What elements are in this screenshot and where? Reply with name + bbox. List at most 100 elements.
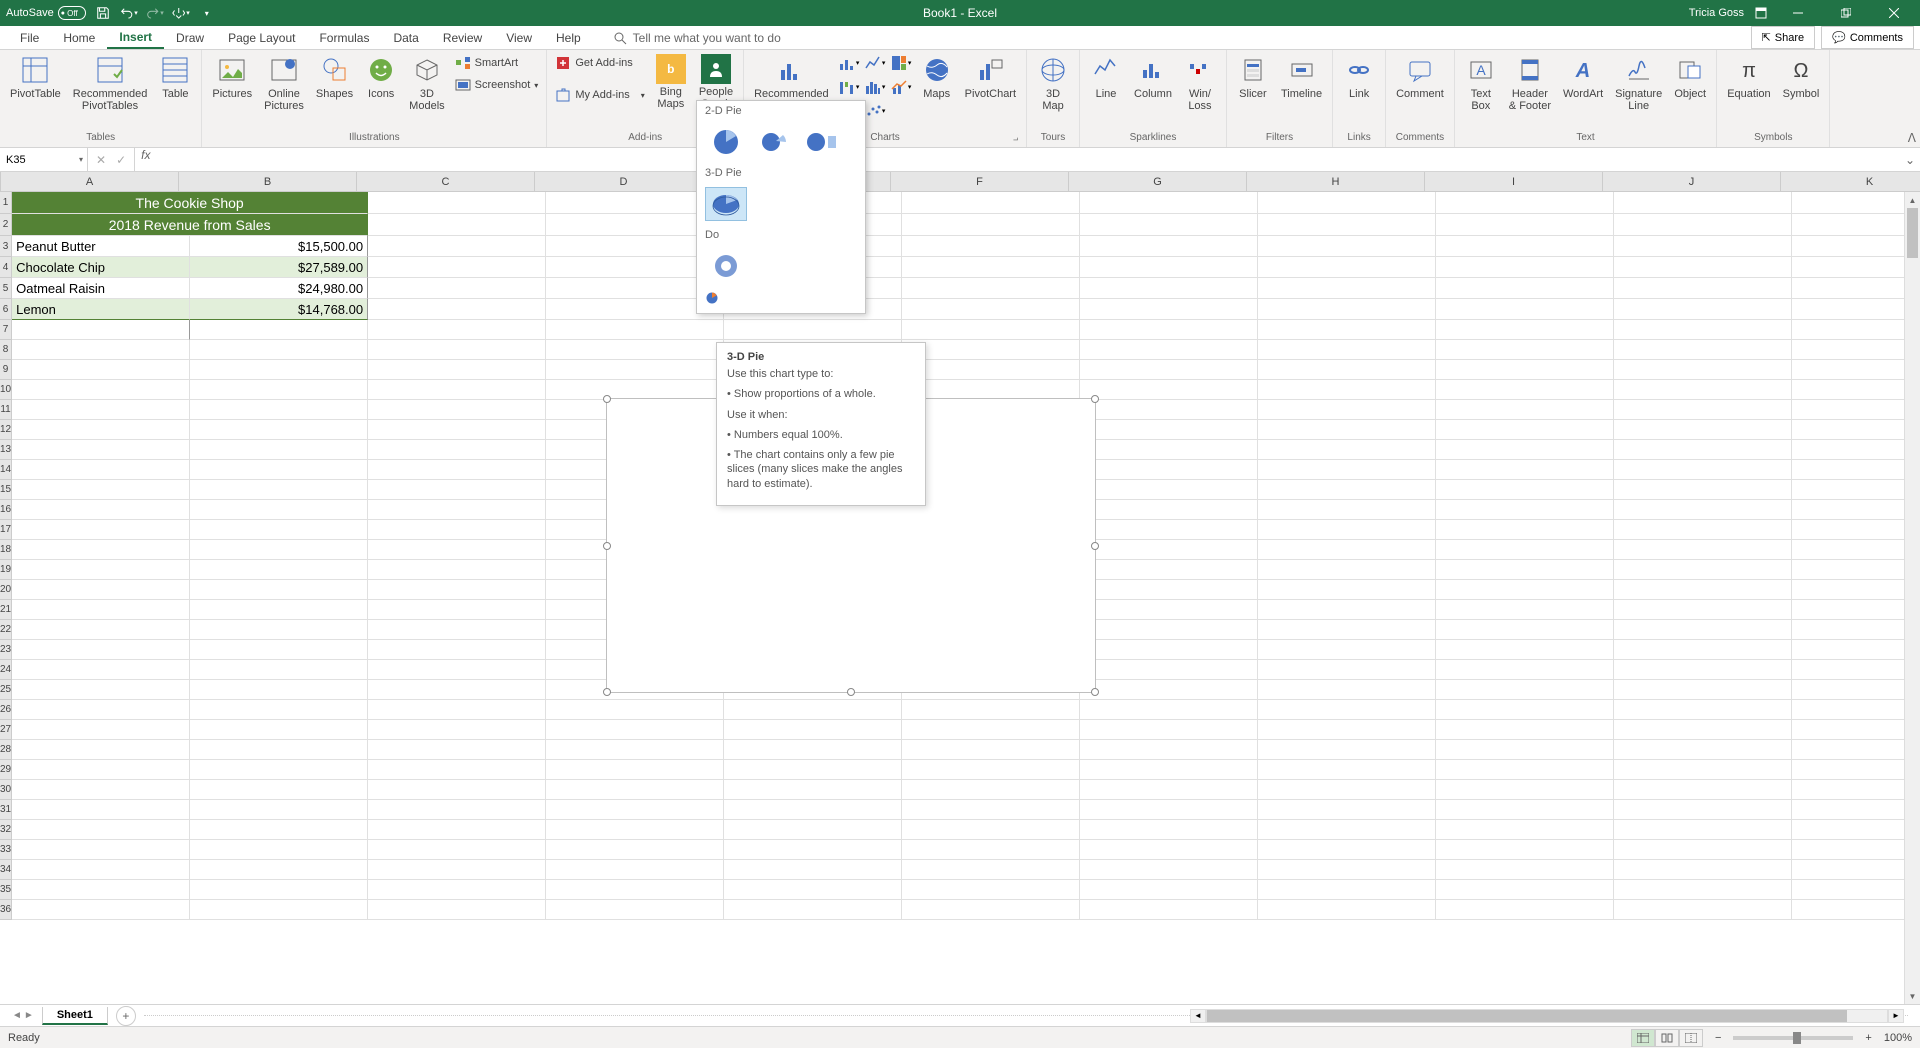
cell-A22[interactable]: [12, 620, 190, 640]
row-header-26[interactable]: 26: [0, 700, 12, 720]
cell-J9[interactable]: [1614, 360, 1792, 380]
cell-C23[interactable]: [368, 640, 546, 660]
row-header-13[interactable]: 13: [0, 440, 12, 460]
cell-E34[interactable]: [724, 860, 902, 880]
cell-C24[interactable]: [368, 660, 546, 680]
cell-C29[interactable]: [368, 760, 546, 780]
cell-D33[interactable]: [546, 840, 724, 860]
signature-button[interactable]: Signature Line: [1611, 52, 1666, 114]
cell-J10[interactable]: [1614, 380, 1792, 400]
cell-G4[interactable]: [1080, 257, 1258, 278]
column-header-H[interactable]: H: [1247, 172, 1425, 191]
cell-F27[interactable]: [902, 720, 1080, 740]
cell-G18[interactable]: [1080, 540, 1258, 560]
resize-handle-e[interactable]: [1091, 542, 1099, 550]
cell-K8[interactable]: [1792, 340, 1920, 360]
cell-I2[interactable]: [1436, 214, 1614, 236]
cell-B26[interactable]: [190, 700, 368, 720]
column-header-B[interactable]: B: [179, 172, 357, 191]
cell-D8[interactable]: [546, 340, 724, 360]
cell-I22[interactable]: [1436, 620, 1614, 640]
symbol-button[interactable]: ΩSymbol: [1779, 52, 1824, 102]
cell-J6[interactable]: [1614, 299, 1792, 320]
cell-F5[interactable]: [902, 278, 1080, 299]
cell-I14[interactable]: [1436, 460, 1614, 480]
cell-K24[interactable]: [1792, 660, 1920, 680]
cell-I4[interactable]: [1436, 257, 1614, 278]
sparkline-column-button[interactable]: Column: [1130, 52, 1176, 102]
cell-J33[interactable]: [1614, 840, 1792, 860]
row-header-19[interactable]: 19: [0, 560, 12, 580]
column-header-J[interactable]: J: [1603, 172, 1781, 191]
recommended-pivottables-button[interactable]: Recommended PivotTables: [69, 52, 152, 114]
cell-J23[interactable]: [1614, 640, 1792, 660]
cell-I28[interactable]: [1436, 740, 1614, 760]
cell-G23[interactable]: [1080, 640, 1258, 660]
cell-F32[interactable]: [902, 820, 1080, 840]
cell-A16[interactable]: [12, 500, 190, 520]
cell-J7[interactable]: [1614, 320, 1792, 340]
cell-J18[interactable]: [1614, 540, 1792, 560]
cell-J3[interactable]: [1614, 236, 1792, 257]
cell-K13[interactable]: [1792, 440, 1920, 460]
cell-I35[interactable]: [1436, 880, 1614, 900]
cell-H19[interactable]: [1258, 560, 1436, 580]
cell-B32[interactable]: [190, 820, 368, 840]
cell-A32[interactable]: [12, 820, 190, 840]
cell-I30[interactable]: [1436, 780, 1614, 800]
cell-B21[interactable]: [190, 600, 368, 620]
cell-D27[interactable]: [546, 720, 724, 740]
cell-A34[interactable]: [12, 860, 190, 880]
sheet-tab-1[interactable]: Sheet1: [42, 1007, 108, 1025]
cell-C3[interactable]: [368, 236, 546, 257]
cell-I8[interactable]: [1436, 340, 1614, 360]
cell-I1[interactable]: [1436, 192, 1614, 214]
cell-B29[interactable]: [190, 760, 368, 780]
cell-F2[interactable]: [902, 214, 1080, 236]
cell-C8[interactable]: [368, 340, 546, 360]
cell-B17[interactable]: [190, 520, 368, 540]
cell-G5[interactable]: [1080, 278, 1258, 299]
cell-I32[interactable]: [1436, 820, 1614, 840]
user-name[interactable]: Tricia Goss: [1689, 7, 1744, 19]
cell-G13[interactable]: [1080, 440, 1258, 460]
share-button[interactable]: ⇱Share: [1751, 26, 1816, 49]
cell-H5[interactable]: [1258, 278, 1436, 299]
ribbon-display-icon[interactable]: [1752, 4, 1770, 22]
cell-C36[interactable]: [368, 900, 546, 920]
cell-H11[interactable]: [1258, 400, 1436, 420]
cell-A9[interactable]: [12, 360, 190, 380]
cell-H13[interactable]: [1258, 440, 1436, 460]
cell-F1[interactable]: [902, 192, 1080, 214]
scatter-chart-button[interactable]: ▾: [863, 100, 887, 122]
cell-H23[interactable]: [1258, 640, 1436, 660]
cell-J21[interactable]: [1614, 600, 1792, 620]
cell-F36[interactable]: [902, 900, 1080, 920]
cell-K23[interactable]: [1792, 640, 1920, 660]
cell-A31[interactable]: [12, 800, 190, 820]
pivotchart-button[interactable]: PivotChart: [961, 52, 1020, 102]
formula-expand-button[interactable]: ⌄: [1900, 148, 1920, 171]
cell-C26[interactable]: [368, 700, 546, 720]
cell-A13[interactable]: [12, 440, 190, 460]
cell-B16[interactable]: [190, 500, 368, 520]
bing-maps-button[interactable]: bBing Maps: [651, 52, 691, 112]
cell-K14[interactable]: [1792, 460, 1920, 480]
cell-J34[interactable]: [1614, 860, 1792, 880]
row-header-18[interactable]: 18: [0, 540, 12, 560]
row-header-25[interactable]: 25: [0, 680, 12, 700]
tab-file[interactable]: File: [8, 26, 51, 49]
cell-J8[interactable]: [1614, 340, 1792, 360]
row-header-12[interactable]: 12: [0, 420, 12, 440]
cell-J36[interactable]: [1614, 900, 1792, 920]
get-addins-button[interactable]: Get Add-ins: [553, 52, 647, 74]
cell-C31[interactable]: [368, 800, 546, 820]
column-header-D[interactable]: D: [535, 172, 713, 191]
cell-J32[interactable]: [1614, 820, 1792, 840]
cell-E33[interactable]: [724, 840, 902, 860]
cell-K33[interactable]: [1792, 840, 1920, 860]
cell-G32[interactable]: [1080, 820, 1258, 840]
row-header-27[interactable]: 27: [0, 720, 12, 740]
cell-I7[interactable]: [1436, 320, 1614, 340]
cell-J11[interactable]: [1614, 400, 1792, 420]
